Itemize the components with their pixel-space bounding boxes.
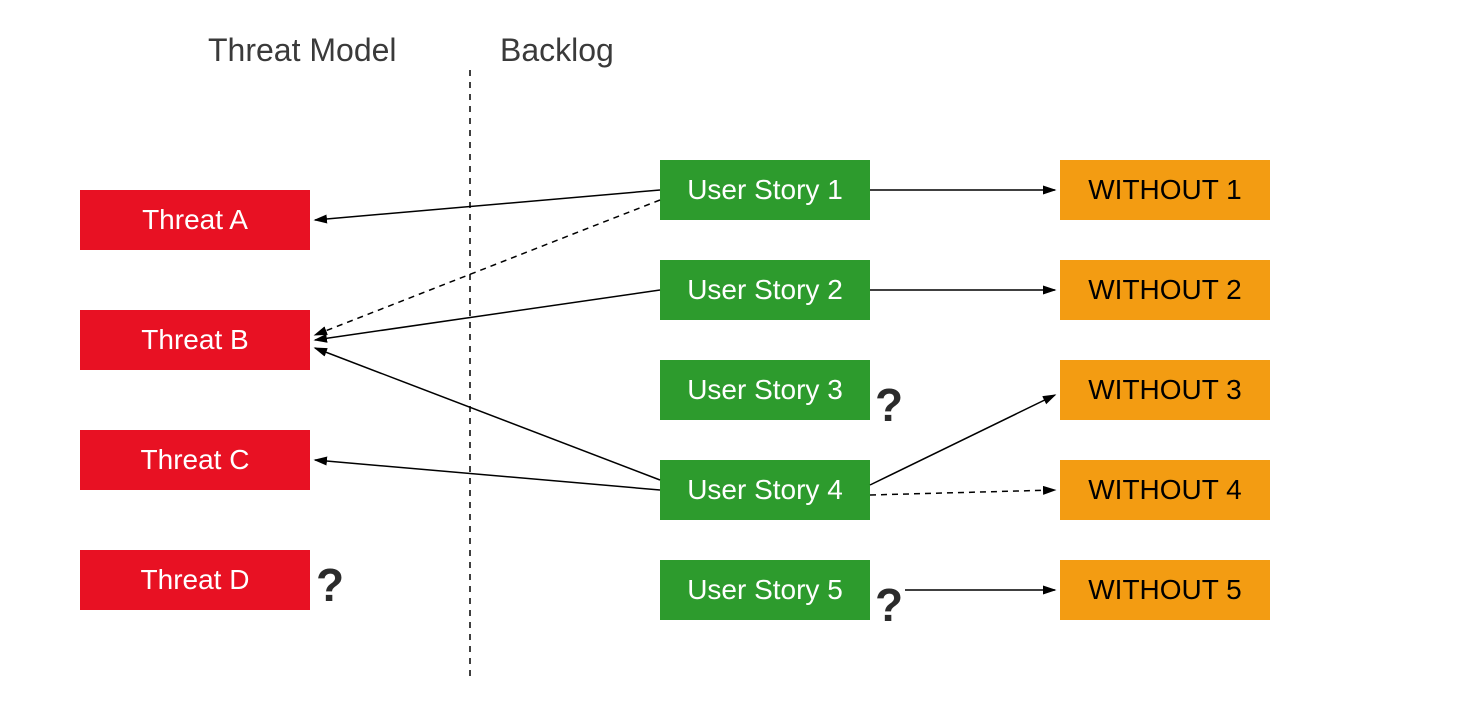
edge-story4-without4 — [870, 490, 1055, 495]
edge-story4-threatB — [315, 348, 660, 480]
without-3-label: WITHOUT 3 — [1088, 374, 1241, 406]
user-story-4-label: User Story 4 — [687, 474, 843, 506]
without-2-label: WITHOUT 2 — [1088, 274, 1241, 306]
user-story-3-box: User Story 3 — [660, 360, 870, 420]
threat-b-label: Threat B — [141, 324, 248, 356]
user-story-1-box: User Story 1 — [660, 160, 870, 220]
heading-threat-model: Threat Model — [208, 32, 397, 69]
heading-backlog: Backlog — [500, 32, 614, 69]
threat-a-box: Threat A — [80, 190, 310, 250]
without-5-label: WITHOUT 5 — [1088, 574, 1241, 606]
edge-story1-threatB — [315, 200, 660, 335]
user-story-5-question-icon: ? — [875, 578, 903, 632]
without-2-box: WITHOUT 2 — [1060, 260, 1270, 320]
without-5-box: WITHOUT 5 — [1060, 560, 1270, 620]
without-1-label: WITHOUT 1 — [1088, 174, 1241, 206]
user-story-5-box: User Story 5 — [660, 560, 870, 620]
threat-c-box: Threat C — [80, 430, 310, 490]
threat-b-box: Threat B — [80, 310, 310, 370]
user-story-3-question-icon: ? — [875, 378, 903, 432]
threat-d-question-icon: ? — [316, 558, 344, 612]
edge-story4-threatC — [315, 460, 660, 490]
user-story-3-label: User Story 3 — [687, 374, 843, 406]
without-4-label: WITHOUT 4 — [1088, 474, 1241, 506]
threat-d-box: Threat D — [80, 550, 310, 610]
user-story-2-box: User Story 2 — [660, 260, 870, 320]
edge-story1-threatA — [315, 190, 660, 220]
without-1-box: WITHOUT 1 — [1060, 160, 1270, 220]
user-story-5-label: User Story 5 — [687, 574, 843, 606]
without-3-box: WITHOUT 3 — [1060, 360, 1270, 420]
without-4-box: WITHOUT 4 — [1060, 460, 1270, 520]
threat-c-label: Threat C — [141, 444, 250, 476]
diagram-stage: Threat Model Backlog Threat A Threat B T… — [0, 0, 1472, 705]
threat-d-label: Threat D — [141, 564, 250, 596]
user-story-4-box: User Story 4 — [660, 460, 870, 520]
edge-story2-threatB — [315, 290, 660, 340]
threat-a-label: Threat A — [142, 204, 248, 236]
user-story-1-label: User Story 1 — [687, 174, 843, 206]
user-story-2-label: User Story 2 — [687, 274, 843, 306]
